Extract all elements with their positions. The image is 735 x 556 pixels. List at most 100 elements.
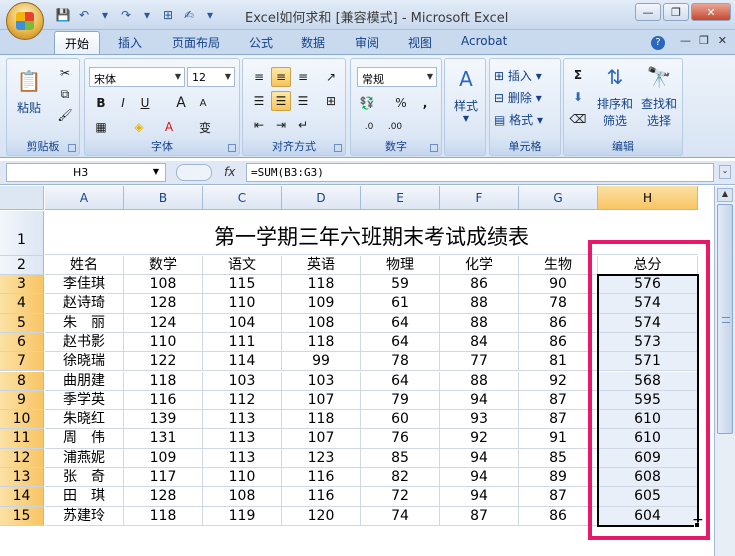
score-cell[interactable]: 110	[124, 332, 203, 353]
score-cell[interactable]: 128	[124, 294, 203, 314]
office-button[interactable]	[6, 2, 44, 40]
italic-button[interactable]: I	[113, 93, 133, 113]
percent-button[interactable]: %	[391, 93, 411, 113]
ribbon-close-icon[interactable]: ✕	[718, 34, 727, 47]
grow-font-button[interactable]: A	[171, 93, 191, 113]
phonetic-button[interactable]: 变	[195, 117, 215, 137]
row-header[interactable]: 5	[0, 313, 44, 333]
name-cell[interactable]: 浦燕妮	[45, 448, 124, 468]
score-cell[interactable]: 87	[519, 410, 598, 430]
format-cells-button[interactable]: ▤ 格式 ▾	[494, 111, 543, 128]
autosum-icon[interactable]: Σ	[568, 65, 588, 85]
font-size-select[interactable]: 12 ▼	[187, 67, 235, 87]
score-cell[interactable]: 94	[440, 487, 519, 507]
column-header-b[interactable]: B	[124, 186, 203, 210]
help-icon[interactable]: ?	[651, 36, 665, 50]
score-cell[interactable]: 122	[124, 352, 203, 372]
increase-indent-icon[interactable]: ⇥	[271, 115, 291, 135]
restore-button[interactable]: ❐	[663, 3, 689, 21]
score-cell[interactable]: 85	[361, 448, 440, 468]
name-cell[interactable]: 田 琪	[45, 487, 124, 507]
score-cell[interactable]: 90	[519, 275, 598, 295]
custom-icon-2[interactable]: ✍	[180, 6, 198, 24]
name-box[interactable]: H3 ▼	[6, 163, 166, 182]
score-cell[interactable]: 123	[282, 448, 361, 468]
score-cell[interactable]: 118	[282, 410, 361, 430]
score-cell[interactable]: 78	[361, 352, 440, 372]
column-header-d[interactable]: D	[282, 186, 361, 210]
score-cell[interactable]: 88	[440, 313, 519, 333]
name-cell[interactable]: 苏建玲	[45, 506, 124, 526]
close-button[interactable]: ✕	[691, 3, 731, 21]
delete-cells-button[interactable]: ⊟ 删除 ▾	[494, 89, 542, 106]
score-cell[interactable]: 86	[440, 275, 519, 295]
column-header-a[interactable]: A	[45, 186, 124, 210]
clipboard-launcher-icon[interactable]	[68, 144, 76, 152]
row-header[interactable]: 2	[0, 256, 44, 275]
dropdown-icon[interactable]: ▾	[138, 6, 156, 24]
row-header[interactable]: 15	[0, 506, 44, 526]
redo-icon[interactable]: ↷	[117, 6, 135, 24]
row-header[interactable]: 10	[0, 410, 44, 430]
score-cell[interactable]: 108	[203, 487, 282, 507]
number-launcher-icon[interactable]	[430, 144, 438, 152]
increase-decimal-button[interactable]: .0	[359, 117, 379, 137]
formula-divider-handle[interactable]	[176, 164, 212, 181]
insert-function-icon[interactable]: fx	[224, 165, 235, 179]
score-cell[interactable]: 116	[282, 487, 361, 507]
score-cell[interactable]: 139	[124, 410, 203, 430]
name-cell[interactable]: 赵书影	[45, 332, 124, 353]
column-header-f[interactable]: F	[440, 186, 519, 210]
row-header[interactable]: 7	[0, 352, 44, 372]
score-cell[interactable]: 82	[361, 468, 440, 488]
row-header[interactable]: 13	[0, 468, 44, 488]
score-cell[interactable]: 112	[203, 390, 282, 411]
scroll-up-icon[interactable]: ▲	[717, 188, 733, 202]
score-cell[interactable]: 88	[440, 294, 519, 314]
score-cell[interactable]: 74	[361, 506, 440, 526]
sort-filter-button[interactable]: ⇅ 排序和 筛选	[594, 63, 636, 129]
scroll-thumb[interactable]	[717, 204, 733, 434]
score-cell[interactable]: 79	[361, 390, 440, 411]
tab-data[interactable]: 数据	[301, 34, 325, 51]
header-cell[interactable]: 姓名	[45, 256, 124, 275]
score-cell[interactable]: 110	[203, 294, 282, 314]
insert-cells-button[interactable]: ⊞ 插入 ▾	[494, 67, 542, 84]
score-cell[interactable]: 119	[203, 506, 282, 526]
score-cell[interactable]: 114	[203, 352, 282, 372]
score-cell[interactable]: 131	[124, 429, 203, 449]
name-cell[interactable]: 朱晓红	[45, 410, 124, 430]
score-cell[interactable]: 104	[203, 313, 282, 333]
row-header[interactable]: 3	[0, 275, 44, 295]
align-top-icon[interactable]: ≡	[249, 67, 269, 87]
align-center-icon[interactable]: ☰	[271, 91, 291, 111]
score-cell[interactable]: 118	[282, 275, 361, 295]
score-cell[interactable]: 94	[440, 468, 519, 488]
dropdown-icon[interactable]: ▾	[96, 6, 114, 24]
score-cell[interactable]: 103	[282, 371, 361, 391]
header-cell[interactable]: 语文	[203, 256, 282, 275]
header-cell[interactable]: 数学	[124, 256, 203, 275]
score-cell[interactable]: 76	[361, 429, 440, 449]
score-cell[interactable]: 92	[440, 429, 519, 449]
row-header[interactable]: 11	[0, 429, 44, 449]
score-cell[interactable]: 85	[519, 448, 598, 468]
score-cell[interactable]: 64	[361, 313, 440, 333]
score-cell[interactable]: 88	[440, 371, 519, 391]
score-cell[interactable]: 115	[203, 275, 282, 295]
score-cell[interactable]: 87	[519, 390, 598, 411]
score-cell[interactable]: 116	[282, 468, 361, 488]
align-middle-icon[interactable]: ≡	[271, 67, 291, 87]
worksheet-grid[interactable]: A B C D E F G H 1 2 3 4 5 6 7 8 9 10 11 12 13 14 15 第一学期三年六班期末考…	[0, 186, 714, 556]
score-cell[interactable]: 107	[282, 429, 361, 449]
decrease-decimal-button[interactable]: .00	[385, 117, 405, 137]
score-cell[interactable]: 111	[203, 332, 282, 353]
font-color-icon[interactable]: A	[159, 117, 179, 137]
merge-center-icon[interactable]: ⊞	[321, 91, 341, 111]
score-cell[interactable]: 116	[124, 390, 203, 411]
custom-icon[interactable]: ⊞	[159, 6, 177, 24]
score-cell[interactable]: 60	[361, 410, 440, 430]
score-cell[interactable]: 78	[519, 294, 598, 314]
score-cell[interactable]: 113	[203, 448, 282, 468]
score-cell[interactable]: 108	[124, 275, 203, 295]
